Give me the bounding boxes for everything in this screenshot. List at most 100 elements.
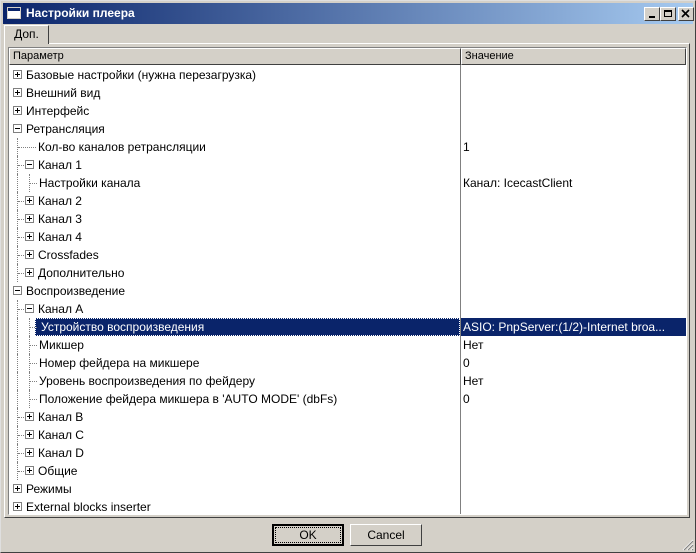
tree-row[interactable]: Канал 4 <box>9 228 686 246</box>
tree-row-label: Внешний вид <box>26 86 101 100</box>
expand-plus-icon[interactable] <box>25 430 34 439</box>
maximize-icon <box>664 10 672 17</box>
tree-connector <box>30 399 37 400</box>
tree-row-label: Устройство воспроизведения <box>41 320 205 334</box>
expand-plus-icon[interactable] <box>25 466 34 475</box>
tree-row-label: Канал A <box>38 302 84 316</box>
expand-plus-icon[interactable] <box>13 106 22 115</box>
expand-plus-icon[interactable] <box>25 268 34 277</box>
tab-extra[interactable]: Доп. <box>4 25 49 44</box>
collapse-minus-icon[interactable] <box>25 304 34 313</box>
tree-row-label: Настройки канала <box>39 176 141 190</box>
expand-plus-icon[interactable] <box>25 448 34 457</box>
expand-plus-icon[interactable] <box>13 88 22 97</box>
collapse-minus-icon[interactable] <box>13 286 22 295</box>
app-window-icon <box>7 7 21 19</box>
tree-connector <box>18 237 24 238</box>
tree-row-value[interactable]: ASIO: PnpServer:(1/2)-Internet broa... <box>463 320 665 334</box>
expand-plus-icon[interactable] <box>25 250 34 259</box>
tree-row[interactable]: Режимы <box>9 480 686 498</box>
resize-grip-icon[interactable] <box>682 539 694 551</box>
tree-row-value[interactable]: Нет <box>463 374 483 388</box>
tree-row-label: Канал D <box>38 446 84 460</box>
tree-row[interactable]: Общие <box>9 462 686 480</box>
tree-row[interactable]: Положение фейдера микшера в 'AUTO MODE' … <box>9 390 686 408</box>
minimize-icon <box>649 16 655 18</box>
ok-button[interactable]: OK <box>272 524 344 546</box>
tree-row-value[interactable]: 1 <box>463 140 470 154</box>
tree-row-label: Номер фейдера на микшере <box>39 356 200 370</box>
tree-connector <box>17 336 18 354</box>
expand-plus-icon[interactable] <box>25 232 34 241</box>
collapse-minus-icon[interactable] <box>25 160 34 169</box>
tree-row-label: Канал 1 <box>38 158 82 172</box>
tree-row[interactable]: Базовые настройки (нужна перезагрузка) <box>9 66 686 84</box>
tree-row[interactable]: Устройство воспроизведения ASIO: PnpServe… <box>9 318 686 336</box>
tree-row[interactable]: Интерфейс <box>9 102 686 120</box>
tree-row-label: Воспроизведение <box>26 284 126 298</box>
tree-row[interactable]: Канал D <box>9 444 686 462</box>
tree-row-value[interactable]: 0 <box>463 392 470 406</box>
expand-plus-icon[interactable] <box>13 502 22 511</box>
title-bar[interactable]: Настройки плеера <box>3 3 694 24</box>
tree-connector <box>17 174 18 192</box>
tree-row[interactable]: Кол-во каналов ретрансляции 1 <box>9 138 686 156</box>
tree-connector <box>30 363 37 364</box>
close-button[interactable] <box>678 7 694 21</box>
tree-row[interactable]: Номер фейдера на микшере 0 <box>9 354 686 372</box>
expand-plus-icon[interactable] <box>13 484 22 493</box>
tree-row[interactable]: Настройки канала Канал: IcecastClient <box>9 174 686 192</box>
tree-connector <box>18 147 36 148</box>
tree-row[interactable]: Канал 1 <box>9 156 686 174</box>
tree-row-value[interactable]: 0 <box>463 356 470 370</box>
column-header-parameter[interactable]: Параметр <box>9 48 461 65</box>
tree-row[interactable]: Канал A <box>9 300 686 318</box>
tree-row[interactable]: Дополнительно <box>9 264 686 282</box>
tree-row[interactable]: Канал C <box>9 426 686 444</box>
tree-row[interactable]: Внешний вид <box>9 84 686 102</box>
column-header-value[interactable]: Значение <box>461 48 686 65</box>
tree-row[interactable]: Канал 2 <box>9 192 686 210</box>
tree-row[interactable]: Crossfades <box>9 246 686 264</box>
tree-row[interactable]: Канал 3 <box>9 210 686 228</box>
tree-row-label: Дополнительно <box>38 266 125 280</box>
tree-row-label: Базовые настройки (нужна перезагрузка) <box>26 68 257 82</box>
tree-row-value[interactable]: Нет <box>463 338 483 352</box>
tree-row-label: Канал 3 <box>38 212 82 226</box>
expand-plus-icon[interactable] <box>25 214 34 223</box>
tree-connector <box>17 318 18 336</box>
tree-connector <box>30 327 37 328</box>
collapse-minus-icon[interactable] <box>13 124 22 133</box>
expand-plus-icon[interactable] <box>25 196 34 205</box>
tree-row[interactable]: External blocks inserter <box>9 498 686 514</box>
minimize-button[interactable] <box>644 7 660 21</box>
tree-row-label: Ретрансляция <box>26 122 105 136</box>
tree-row[interactable]: Уровень воспроизведения по фейдеру Нет <box>9 372 686 390</box>
tree-connector <box>18 219 24 220</box>
expand-plus-icon[interactable] <box>25 412 34 421</box>
close-icon <box>681 9 690 18</box>
tree-row-label: Уровень воспроизведения по фейдеру <box>39 374 255 388</box>
tree-connector <box>17 372 18 390</box>
tree-row-label: Канал C <box>38 428 84 442</box>
maximize-button[interactable] <box>660 7 676 21</box>
tree-connector <box>18 453 24 454</box>
tree-row-value[interactable]: Канал: IcecastClient <box>463 176 572 190</box>
tree-connector <box>18 435 24 436</box>
tree-row[interactable]: Воспроизведение <box>9 282 686 300</box>
tree-connector <box>18 309 24 310</box>
tree-row-label: Общие <box>38 464 78 478</box>
tree-connector <box>18 255 24 256</box>
cancel-button[interactable]: Cancel <box>350 524 422 546</box>
tree-row-label: External blocks inserter <box>26 500 151 514</box>
window-title: Настройки плеера <box>26 6 135 20</box>
tree-row[interactable]: Ретрансляция <box>9 120 686 138</box>
tree-row[interactable]: Микшер Нет <box>9 336 686 354</box>
tree-row-label: Канал B <box>38 410 84 424</box>
tree-connector <box>18 201 24 202</box>
tree-connector <box>17 390 18 408</box>
tree-row-label: Режимы <box>26 482 72 496</box>
expand-plus-icon[interactable] <box>13 70 22 79</box>
tree-row[interactable]: Канал B <box>9 408 686 426</box>
tree-connector <box>30 381 37 382</box>
